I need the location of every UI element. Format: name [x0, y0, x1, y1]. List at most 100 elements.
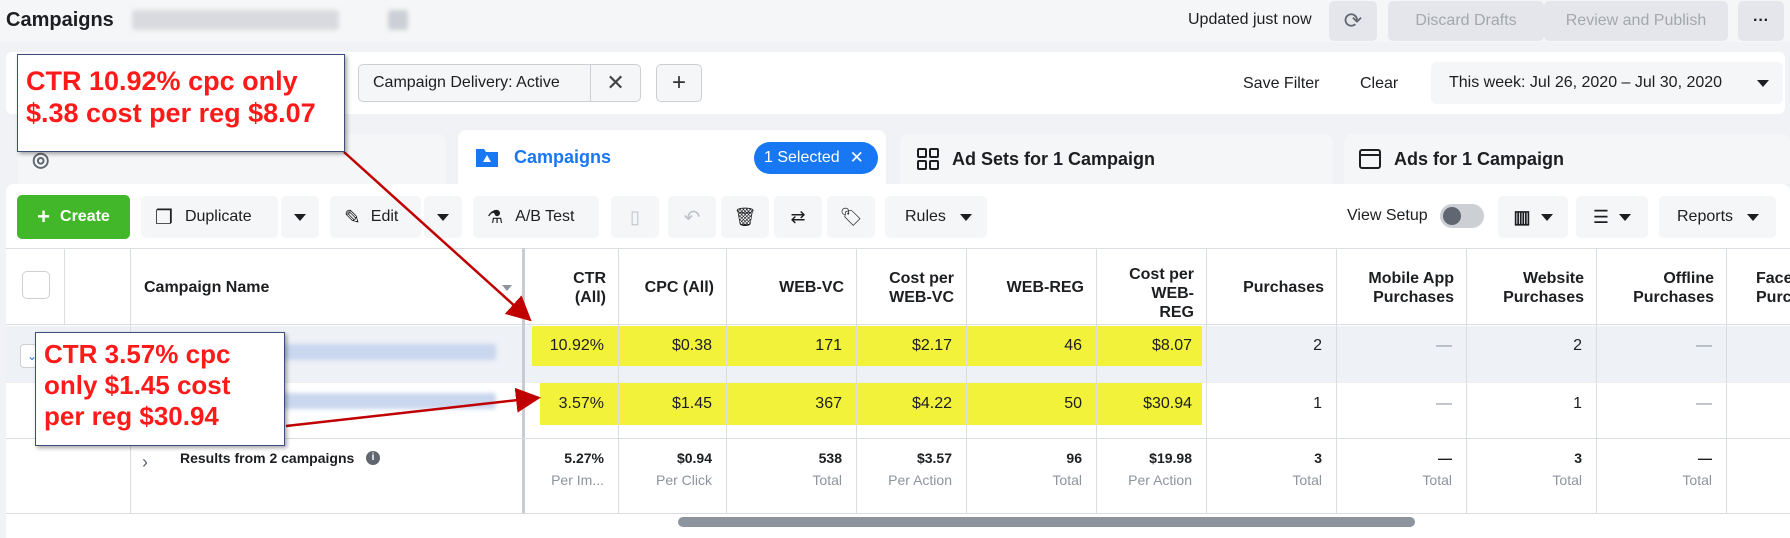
total-website-purchases: 3 — [1574, 450, 1582, 466]
more-button[interactable]: ··· — [1738, 1, 1784, 41]
column-divider — [1466, 248, 1467, 514]
cell-web-vc: 171 — [815, 337, 842, 354]
clear-button[interactable]: Clear — [1360, 75, 1398, 93]
close-icon[interactable]: ✕ — [850, 148, 864, 168]
export-button[interactable]: ⇄ — [774, 196, 822, 238]
tag-icon: 🏷 — [839, 206, 863, 227]
chevron-right-icon[interactable]: › — [142, 452, 148, 473]
duplicate-button[interactable]: ❐ Duplicate — [141, 196, 278, 238]
date-range-picker[interactable]: This week: Jul 26, 2020 – Jul 30, 2020 — [1431, 62, 1783, 104]
totals-row: › Results from 2 campaigns i 5.27% Per I… — [6, 438, 1790, 514]
breakdown-button[interactable]: ☰ — [1576, 196, 1648, 238]
clipboard-button[interactable]: ▯ — [611, 196, 659, 238]
col-header-mobile-app-purchases[interactable]: Mobile App Purchases — [1336, 249, 1466, 326]
total-mobile-app-purchases: — — [1438, 450, 1452, 466]
chevron-down-icon — [294, 213, 306, 221]
tab-ad-sets[interactable]: Ad Sets for 1 Campaign — [900, 134, 1333, 184]
clipboard-icon: ▯ — [630, 206, 640, 227]
add-filter-button[interactable]: + — [656, 64, 702, 102]
col-header-web-vc[interactable]: WEB-VC — [726, 249, 856, 326]
discard-drafts-button[interactable]: Discard Drafts — [1388, 1, 1544, 41]
total-web-vc-sub: Total — [812, 472, 842, 488]
column-divider — [1596, 248, 1597, 514]
col-header-ctr[interactable]: CTR (All) — [530, 249, 618, 326]
col-header-website-purchases[interactable]: Website Purchases — [1466, 249, 1596, 326]
filter-chip-campaign-delivery[interactable]: Campaign Delivery: Active ✕ — [358, 64, 641, 102]
ab-test-button[interactable]: ⚗ A/B Test — [473, 196, 599, 238]
col-header-offline-purchases[interactable]: Offline Purchases — [1596, 249, 1726, 326]
review-publish-button[interactable]: Review and Publish — [1544, 1, 1728, 41]
refresh-button[interactable]: ⟳ — [1329, 1, 1377, 41]
chevron-down-icon — [1757, 80, 1769, 87]
total-purchases: 3 — [1314, 450, 1322, 466]
info-icon: i — [366, 451, 380, 465]
cell-offline-purchases: — — [1696, 337, 1712, 354]
total-offline-purchases: — — [1698, 450, 1712, 466]
col-header-campaign-name[interactable]: Campaign Name — [130, 249, 530, 326]
close-icon[interactable]: ✕ — [590, 65, 640, 101]
edit-label: Edit — [370, 208, 399, 225]
col-header-cost-web-vc[interactable]: Cost per WEB-VC — [856, 249, 966, 326]
redacted-campaign-name — [266, 393, 496, 409]
cell-mobile-app-purchases: — — [1436, 337, 1452, 354]
ad-sets-grid-icon — [917, 148, 939, 170]
duplicate-dropdown-button[interactable] — [281, 196, 319, 238]
annotation-callout-top: CTR 10.92% cpc only $.38 cost per reg $8… — [17, 54, 345, 152]
col-header-web-reg[interactable]: WEB-REG — [966, 249, 1096, 326]
undo-button[interactable]: ↶ — [668, 196, 716, 238]
view-setup-toggle[interactable] — [1440, 204, 1484, 228]
columns-icon: ▥ — [1513, 206, 1531, 227]
edit-button[interactable]: ✎ Edit — [330, 196, 421, 238]
total-cost-web-reg-sub: Per Action — [1128, 472, 1192, 488]
breakdown-icon: ☰ — [1592, 206, 1610, 227]
annotation-bottom-line-2: only $1.45 cost — [44, 370, 231, 400]
cell-cost-web-reg: $30.94 — [1143, 395, 1192, 412]
plus-icon: + — [37, 204, 51, 229]
total-cpc: $0.94 — [676, 450, 712, 466]
total-website-purchases-sub: Total — [1552, 472, 1582, 488]
edit-dropdown-button[interactable] — [424, 196, 462, 238]
total-web-reg: 96 — [1066, 450, 1082, 466]
rules-button[interactable]: Rules — [885, 196, 987, 238]
total-cost-web-vc-sub: Per Action — [888, 472, 952, 488]
col-header-purchases[interactable]: Purchases — [1206, 249, 1336, 326]
column-divider — [1206, 248, 1207, 514]
col-header-facebook-purchases[interactable]: Face Purc — [1726, 249, 1790, 326]
toggle-knob — [1443, 207, 1461, 225]
save-filter-button[interactable]: Save Filter — [1243, 75, 1319, 93]
columns-button[interactable]: ▥ — [1498, 196, 1568, 238]
total-mobile-app-purchases-sub: Total — [1422, 472, 1452, 488]
cell-mobile-app-purchases: — — [1436, 395, 1452, 412]
tag-button[interactable]: 🏷 — [827, 196, 875, 238]
table-header-row: Campaign Name CTR (All) CPC (All) WEB-VC … — [6, 248, 1790, 325]
col-header-cpc[interactable]: CPC (All) — [618, 249, 726, 326]
flask-icon: ⚗ — [487, 206, 504, 227]
selected-count-label: 1 Selected — [764, 149, 840, 166]
tab-ads[interactable]: Ads for 1 Campaign — [1344, 134, 1790, 184]
col-header-cost-web-reg[interactable]: Cost per WEB- REG — [1096, 249, 1206, 326]
view-setup-label: View Setup — [1347, 207, 1428, 224]
reports-button[interactable]: Reports — [1659, 196, 1776, 238]
horizontal-scrollbar[interactable] — [678, 517, 1415, 527]
create-label: Create — [60, 208, 110, 225]
column-divider — [726, 248, 727, 514]
selected-count-badge[interactable]: 1 Selected ✕ — [754, 142, 878, 174]
column-divider[interactable] — [522, 248, 525, 514]
column-divider — [856, 248, 857, 514]
delete-button[interactable]: 🗑 — [721, 196, 769, 238]
reports-label: Reports — [1677, 208, 1734, 225]
cell-cost-web-reg: $8.07 — [1151, 337, 1192, 354]
total-cost-web-reg: $19.98 — [1149, 450, 1192, 466]
cell-website-purchases: 1 — [1573, 395, 1582, 412]
tab-ads-label: Ads for 1 Campaign — [1394, 148, 1565, 169]
cell-ctr: 10.92% — [549, 337, 604, 354]
create-button[interactable]: + Create — [17, 195, 130, 239]
column-divider — [618, 248, 619, 514]
redacted-campaign-name — [266, 344, 496, 360]
annotation-bottom-line-3: per reg $30.94 — [44, 401, 219, 431]
total-cpc-sub: Per Click — [655, 472, 712, 488]
duplicate-label: Duplicate — [184, 208, 252, 225]
select-all-checkbox[interactable] — [22, 271, 50, 299]
cell-web-vc: 367 — [815, 395, 842, 412]
cell-cpc: $1.45 — [671, 395, 712, 412]
